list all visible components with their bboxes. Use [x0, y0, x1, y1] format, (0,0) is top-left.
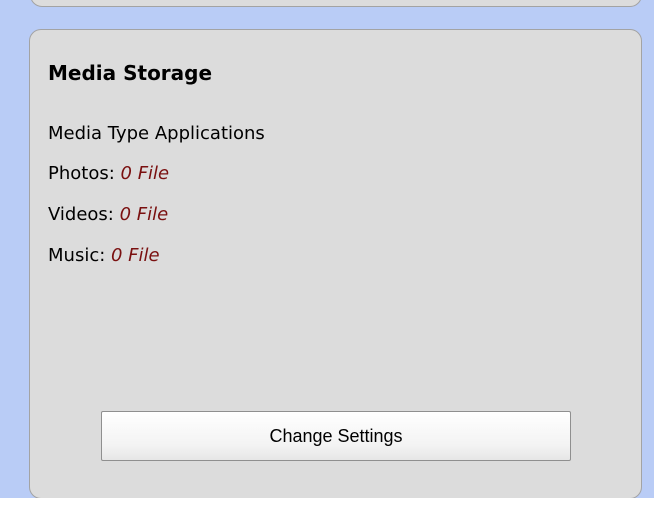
music-count: 0 File [111, 245, 160, 266]
photos-row: Photos: 0 File [48, 162, 169, 186]
page-footer-strip [0, 498, 654, 513]
panel-title: Media Storage [48, 61, 213, 85]
photos-label: Photos: [48, 163, 121, 184]
change-settings-button[interactable]: Change Settings [101, 411, 571, 461]
music-label: Music: [48, 245, 111, 266]
music-row: Music: 0 File [48, 244, 160, 268]
videos-label: Videos: [48, 204, 120, 225]
media-type-applications-label: Media Type Applications [48, 123, 265, 144]
previous-panel-edge [30, 0, 642, 7]
photos-count: 0 File [120, 163, 170, 184]
media-storage-panel: Media Storage Media Type Applications Ph… [29, 29, 642, 499]
videos-row: Videos: 0 File [48, 203, 168, 227]
videos-count: 0 File [119, 204, 169, 225]
